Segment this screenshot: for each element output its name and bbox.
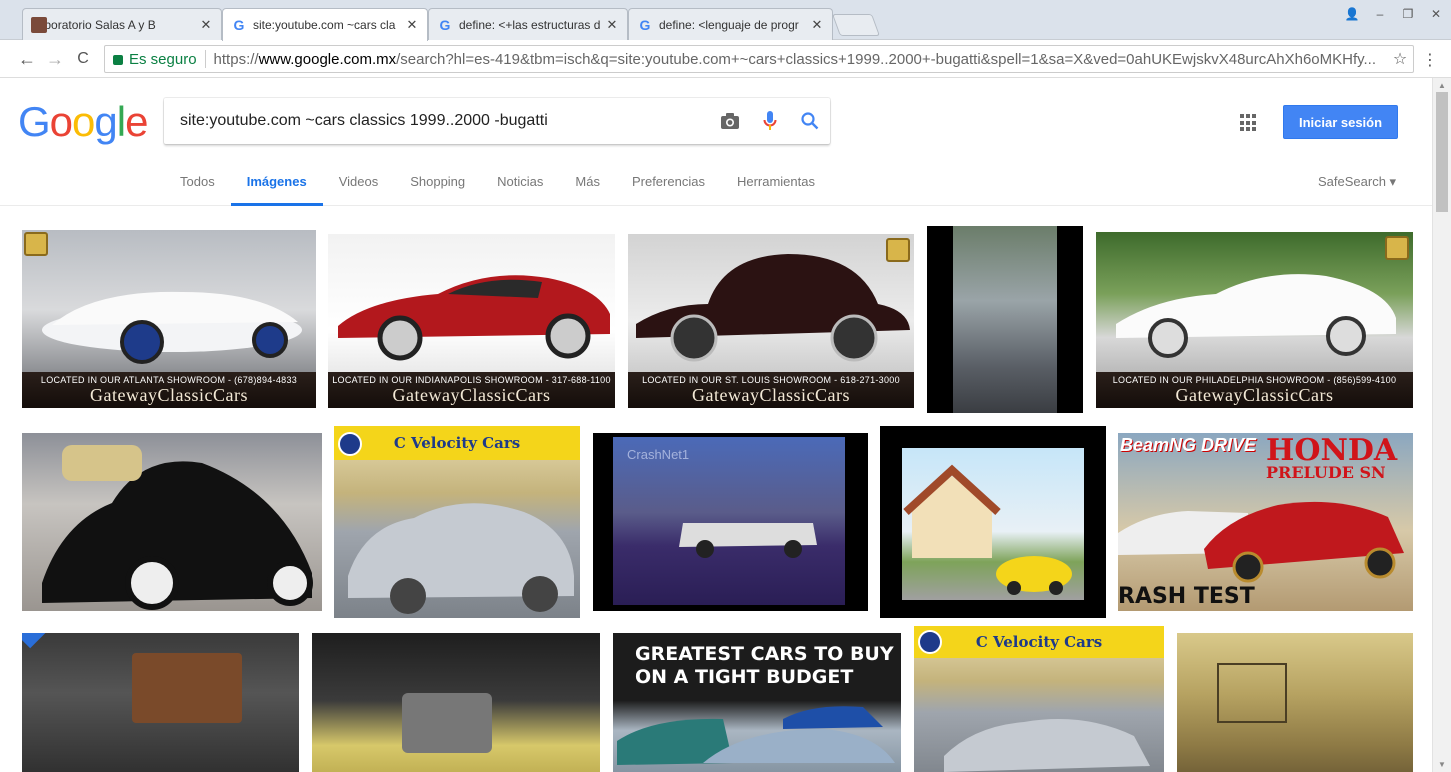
window-controls: 👤 – ❐ ✕ bbox=[1338, 4, 1450, 24]
tab-title: site:youtube.com ~cars cla bbox=[253, 18, 396, 32]
image-caption: LOCATED IN OUR INDIANAPOLIS SHOWROOM - 3… bbox=[328, 372, 615, 408]
scrollbar-thumb[interactable] bbox=[1436, 92, 1448, 212]
tab-strip: Laboratorio Salas A y B ✕ G site:youtube… bbox=[0, 0, 1451, 41]
tab-noticias[interactable]: Noticias bbox=[481, 168, 559, 206]
close-icon[interactable]: ✕ bbox=[810, 17, 824, 33]
google-icon: G bbox=[439, 16, 451, 33]
browser-toolbar: ← → C Es seguro https://www.google.com.m… bbox=[0, 40, 1451, 78]
image-result-white-mustang[interactable]: LOCATED IN OUR PHILADELPHIA SHOWROOM - (… bbox=[1096, 232, 1413, 408]
image-result-vintage-black-car[interactable] bbox=[22, 433, 322, 611]
search-input[interactable] bbox=[180, 112, 710, 130]
maximize-button[interactable]: ❐ bbox=[1394, 4, 1422, 24]
image-result-tight-budget[interactable]: GREATEST CARS TO BUY ON A TIGHT BUDGET bbox=[613, 633, 901, 772]
minimize-button[interactable]: – bbox=[1366, 4, 1394, 24]
new-tab-button[interactable] bbox=[831, 14, 881, 36]
tab-videos[interactable]: Videos bbox=[323, 168, 395, 206]
tab-herramientas[interactable]: Herramientas bbox=[721, 168, 831, 206]
image-results: LOCATED IN OUR ATLANTA SHOWROOM - (678)8… bbox=[0, 206, 1432, 772]
bookmark-star-icon[interactable]: ☆ bbox=[1387, 49, 1413, 69]
google-icon: G bbox=[639, 16, 651, 33]
cartoon-frame bbox=[902, 448, 1084, 600]
image-result-silver-mercedes[interactable]: C Velocity Cars bbox=[334, 426, 580, 618]
tower-shape bbox=[1217, 663, 1287, 723]
tab-shopping[interactable]: Shopping bbox=[394, 168, 481, 206]
video-frame: CrashNet1 bbox=[613, 437, 845, 605]
tab-laboratorio[interactable]: Laboratorio Salas A y B ✕ bbox=[22, 8, 222, 40]
tab-mas[interactable]: Más bbox=[559, 168, 616, 206]
car-illustration bbox=[42, 445, 313, 610]
photo-placeholder bbox=[953, 226, 1057, 413]
google-icon: G bbox=[233, 17, 245, 33]
tab-imagenes[interactable]: Imágenes bbox=[230, 168, 323, 206]
scroll-down-icon[interactable]: ▼ bbox=[1438, 760, 1446, 769]
tab-preferencias[interactable]: Preferencias bbox=[616, 168, 721, 206]
car-illustration bbox=[338, 275, 610, 361]
image-result-sepia-scene[interactable] bbox=[1177, 633, 1413, 772]
browser-window: Laboratorio Salas A y B ✕ G site:youtube… bbox=[0, 0, 1451, 772]
close-icon[interactable]: ✕ bbox=[605, 17, 619, 33]
image-caption: LOCATED IN OUR ATLANTA SHOWROOM - (678)8… bbox=[22, 372, 316, 408]
lab-image-icon bbox=[31, 16, 47, 33]
secure-label: Es seguro bbox=[129, 50, 197, 68]
tab-define-lenguaje[interactable]: G define: <lenguaje de progr ✕ bbox=[628, 8, 833, 40]
back-arrow-icon[interactable]: ← bbox=[16, 48, 38, 70]
image-result-dashboard[interactable] bbox=[22, 633, 299, 772]
close-icon[interactable]: ✕ bbox=[405, 17, 419, 33]
search-box bbox=[164, 98, 830, 144]
crash-test-label: RASH TEST bbox=[1118, 584, 1255, 609]
browser-menu-icon[interactable]: ⋮ bbox=[1422, 50, 1438, 70]
apps-grid-icon[interactable] bbox=[1240, 114, 1258, 132]
tab-title: define: <+las estructuras d bbox=[459, 17, 601, 32]
close-window-button[interactable]: ✕ bbox=[1422, 4, 1450, 24]
microphone-icon[interactable] bbox=[750, 98, 790, 144]
tab-search-results[interactable]: G site:youtube.com ~cars cla ✕ bbox=[222, 8, 428, 41]
corner-badge-icon bbox=[22, 633, 46, 649]
image-result-black-sedan[interactable]: LOCATED IN OUR ST. LOUIS SHOWROOM - 618-… bbox=[628, 234, 914, 408]
address-bar[interactable]: Es seguro https://www.google.com.mx/sear… bbox=[104, 45, 1414, 73]
image-caption: LOCATED IN OUR PHILADELPHIA SHOWROOM - (… bbox=[1096, 372, 1413, 408]
image-caption: LOCATED IN OUR ST. LOUIS SHOWROOM - 618-… bbox=[628, 372, 914, 408]
reload-icon[interactable]: C bbox=[72, 48, 94, 70]
page-scrollbar[interactable]: ▲ ▼ bbox=[1432, 78, 1451, 772]
image-result-beamng-honda[interactable]: BeamNG DRIVE HONDA PRELUDE SN RASH TEST bbox=[1118, 433, 1413, 611]
search-tabs: Todos Imágenes Videos Shopping Noticias … bbox=[164, 168, 831, 206]
image-result-cartoon-beetle[interactable] bbox=[880, 426, 1106, 618]
car-illustration bbox=[348, 503, 574, 614]
lock-icon bbox=[113, 55, 123, 65]
signin-button[interactable]: Iniciar sesión bbox=[1283, 105, 1398, 139]
gateway-badge-icon bbox=[24, 232, 48, 256]
google-logo[interactable]: Google bbox=[18, 98, 148, 146]
wood-panel bbox=[132, 653, 242, 723]
image-result-white-convertible[interactable]: LOCATED IN OUR ATLANTA SHOWROOM - (678)8… bbox=[22, 230, 316, 408]
google-header: Google Iniciar sesión Todos Imágenes Vid… bbox=[0, 78, 1432, 206]
car-illustration bbox=[42, 291, 302, 364]
image-result-silver-roadster[interactable]: C Velocity Cars bbox=[914, 626, 1164, 772]
search-icon[interactable] bbox=[790, 98, 830, 144]
tab-title: define: <lenguaje de progr bbox=[659, 17, 799, 32]
tab-todos[interactable]: Todos bbox=[164, 168, 231, 206]
camera-icon[interactable] bbox=[710, 98, 750, 144]
gateway-badge-icon bbox=[1385, 236, 1409, 260]
scroll-up-icon[interactable]: ▲ bbox=[1438, 81, 1446, 90]
image-result-crash-test-video[interactable]: CrashNet1 bbox=[593, 433, 868, 611]
forward-arrow-icon[interactable]: → bbox=[44, 48, 66, 70]
gateway-badge-icon bbox=[886, 238, 910, 262]
url-text[interactable]: https://www.google.com.mx/search?hl=es-4… bbox=[214, 51, 1387, 68]
profile-icon[interactable]: 👤 bbox=[1338, 4, 1366, 24]
divider bbox=[204, 50, 206, 68]
image-result-engine-wiring[interactable] bbox=[312, 633, 600, 772]
tab-define-estructuras[interactable]: G define: <+las estructuras d ✕ bbox=[428, 8, 628, 40]
tab-title: Laboratorio Salas A y B bbox=[31, 17, 156, 32]
image-result-red-mustang[interactable]: LOCATED IN OUR INDIANAPOLIS SHOWROOM - 3… bbox=[328, 234, 615, 408]
car-illustration bbox=[636, 254, 910, 362]
image-result-crashed-car[interactable] bbox=[927, 226, 1083, 413]
velocity-logo-icon bbox=[338, 432, 362, 456]
close-icon[interactable]: ✕ bbox=[199, 17, 213, 33]
safesearch-dropdown[interactable]: SafeSearch ▾ bbox=[1318, 174, 1396, 190]
car-illustration bbox=[1116, 274, 1396, 358]
engine-part bbox=[402, 693, 492, 753]
